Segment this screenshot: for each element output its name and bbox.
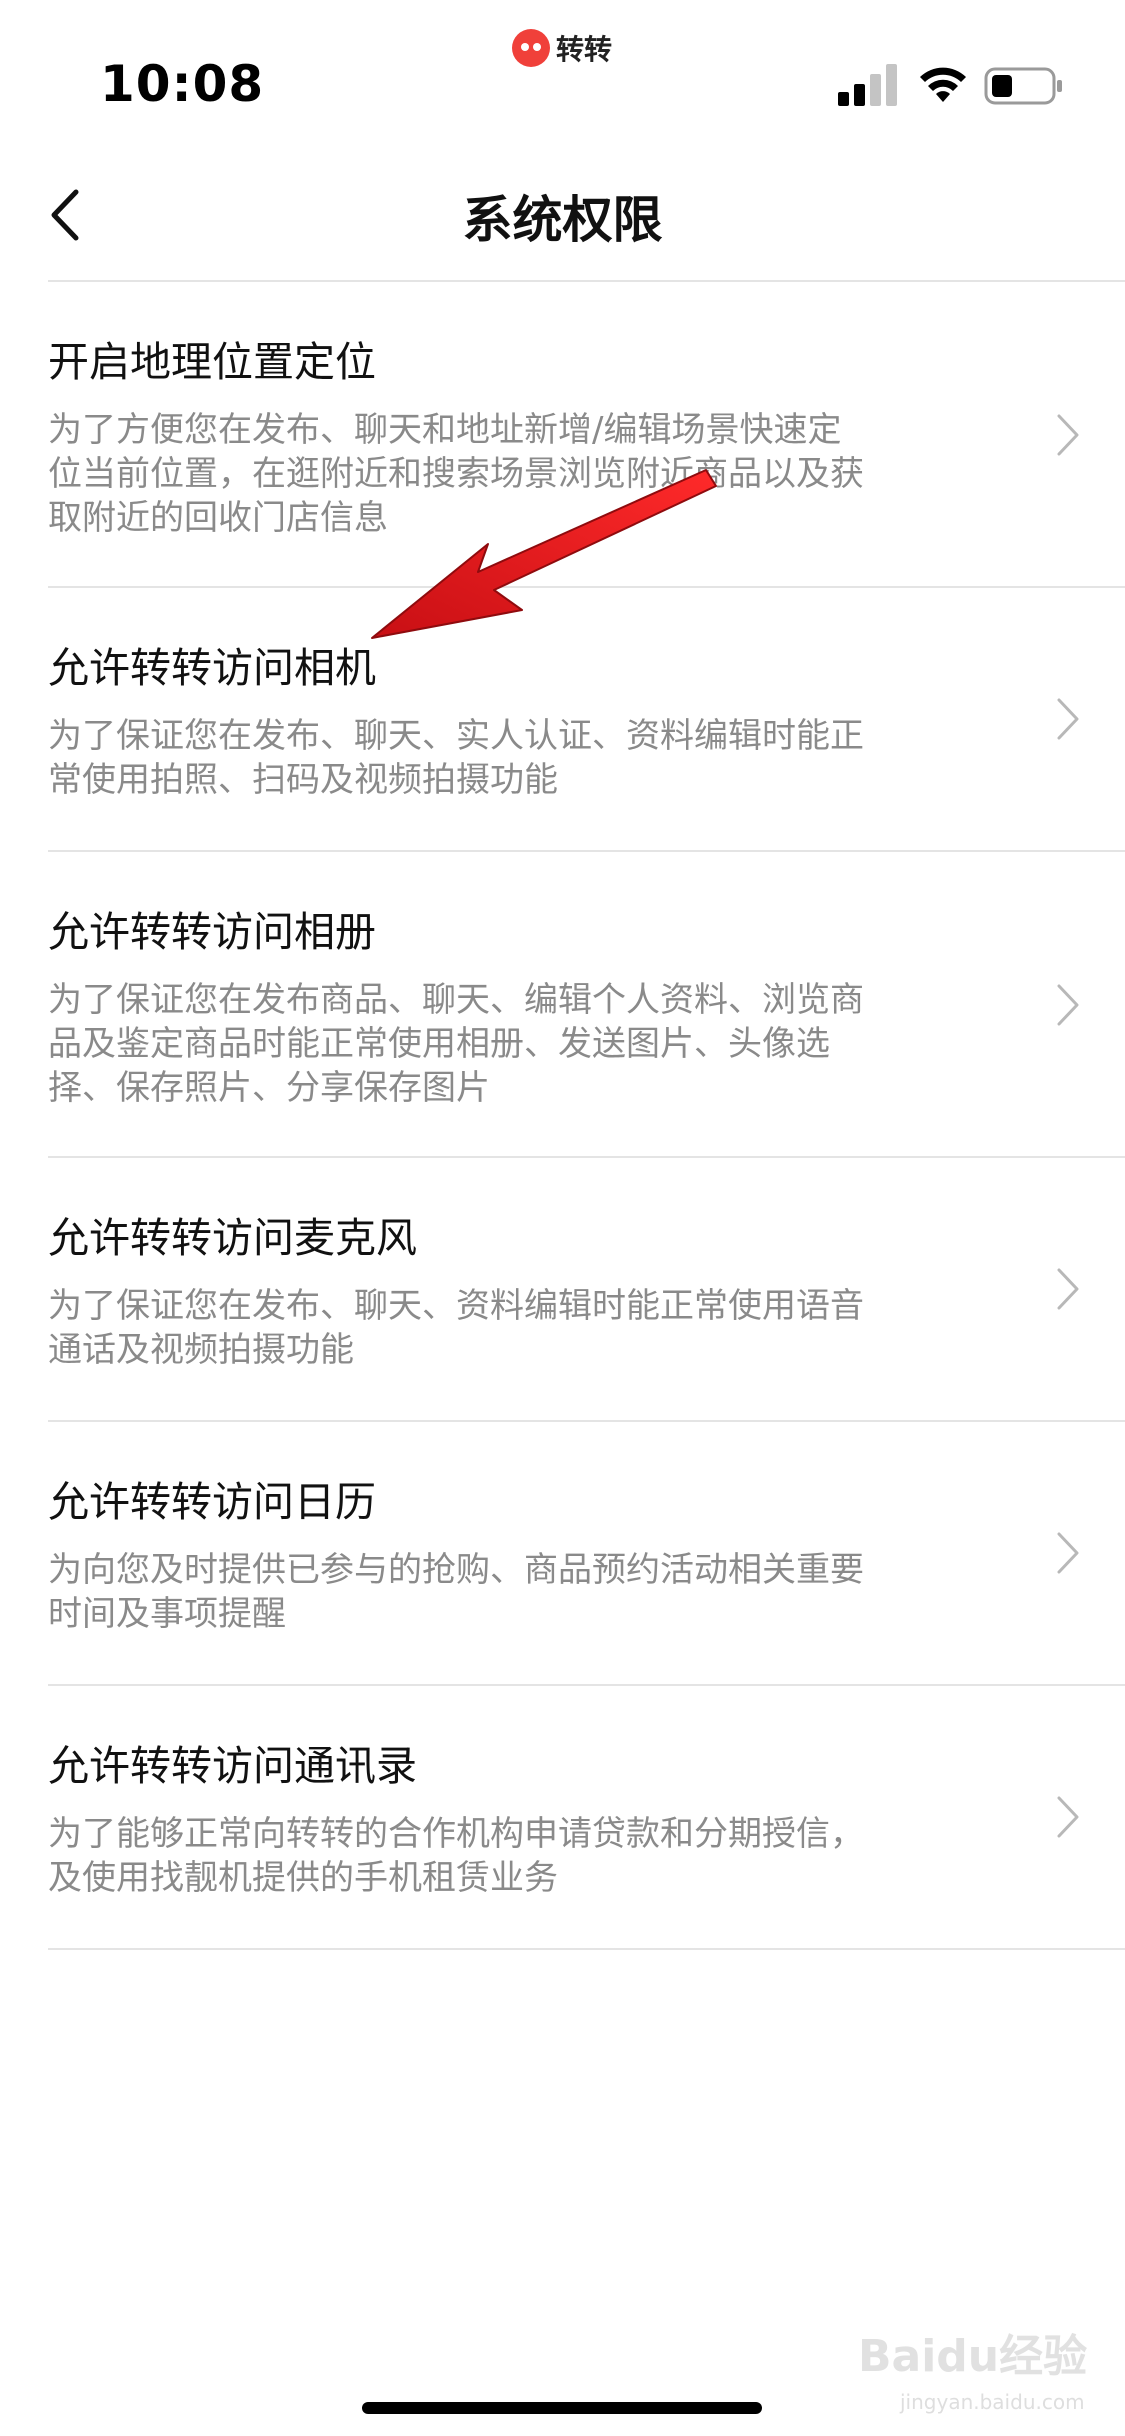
permission-title: 允许转转访问通讯录 — [48, 1742, 417, 1790]
permission-item-location[interactable]: 开启地理位置定位 为了方便您在发布、聊天和地址新增/编辑场景快速定位当前位置，在… — [0, 284, 1125, 588]
permission-title: 允许转转访问相机 — [48, 644, 376, 692]
status-app-name: 转转 — [556, 33, 613, 66]
permission-description: 为了方便您在发布、聊天和地址新增/编辑场景快速定位当前位置，在逛附近和搜索场景浏… — [48, 410, 864, 538]
permission-item-camera[interactable]: 允许转转访问相机 为了保证您在发布、聊天、实人认证、资料编辑时能正常使用拍照、扫… — [0, 588, 1125, 852]
battery-icon — [984, 67, 1062, 105]
chevron-right-icon — [1057, 1268, 1079, 1310]
page-title: 系统权限 — [462, 191, 663, 249]
watermark-logo: Baidu经验 — [858, 2331, 1088, 2382]
permission-description: 为向您及时提供已参与的抢购、商品预约活动相关重要时间及事项提醒 — [48, 1550, 864, 1634]
watermark-url: jingyan.baidu.com — [900, 2390, 1085, 2414]
chevron-right-icon — [1057, 984, 1079, 1026]
chevron-right-icon — [1057, 698, 1079, 740]
permission-title: 允许转转访问相册 — [48, 908, 376, 956]
home-indicator[interactable] — [362, 2402, 762, 2414]
permission-description: 为了保证您在发布商品、聊天、编辑个人资料、浏览商品及鉴定商品时能正常使用相册、发… — [48, 980, 864, 1108]
permission-item-calendar[interactable]: 允许转转访问日历 为向您及时提供已参与的抢购、商品预约活动相关重要时间及事项提醒 — [0, 1422, 1125, 1686]
permission-description: 为了能够正常向转转的合作机构申请贷款和分期授信，及使用找靓机提供的手机租赁业务 — [48, 1814, 864, 1898]
navigation-bar: 系统权限 — [0, 150, 1125, 282]
signal-icon — [838, 64, 897, 106]
permission-list: 开启地理位置定位 为了方便您在发布、聊天和地址新增/编辑场景快速定位当前位置，在… — [0, 284, 1125, 1950]
wifi-icon — [920, 67, 966, 102]
permission-description: 为了保证您在发布、聊天、实人认证、资料编辑时能正常使用拍照、扫码及视频拍摄功能 — [48, 716, 864, 800]
permission-item-contacts[interactable]: 允许转转访问通讯录 为了能够正常向转转的合作机构申请贷款和分期授信，及使用找靓机… — [0, 1686, 1125, 1950]
nav-divider — [48, 280, 1125, 282]
permission-title: 开启地理位置定位 — [48, 338, 376, 386]
status-time: 10:08 — [100, 55, 265, 113]
permission-title: 允许转转访问麦克风 — [48, 1214, 417, 1262]
permission-item-album[interactable]: 允许转转访问相册 为了保证您在发布商品、聊天、编辑个人资料、浏览商品及鉴定商品时… — [0, 852, 1125, 1158]
list-divider — [48, 1948, 1125, 1950]
chevron-right-icon — [1057, 1532, 1079, 1574]
permission-title: 允许转转访问日历 — [48, 1478, 376, 1526]
status-app-indicator: 转转 — [512, 28, 612, 68]
permission-description: 为了保证您在发布、聊天、资料编辑时能正常使用语音通话及视频拍摄功能 — [48, 1286, 864, 1370]
chevron-right-icon — [1057, 414, 1079, 456]
app-logo-icon — [512, 29, 550, 67]
status-bar: 10:08 转转 — [0, 0, 1125, 150]
chevron-right-icon — [1057, 1796, 1079, 1838]
permission-item-microphone[interactable]: 允许转转访问麦克风 为了保证您在发布、聊天、资料编辑时能正常使用语音通话及视频拍… — [0, 1158, 1125, 1422]
